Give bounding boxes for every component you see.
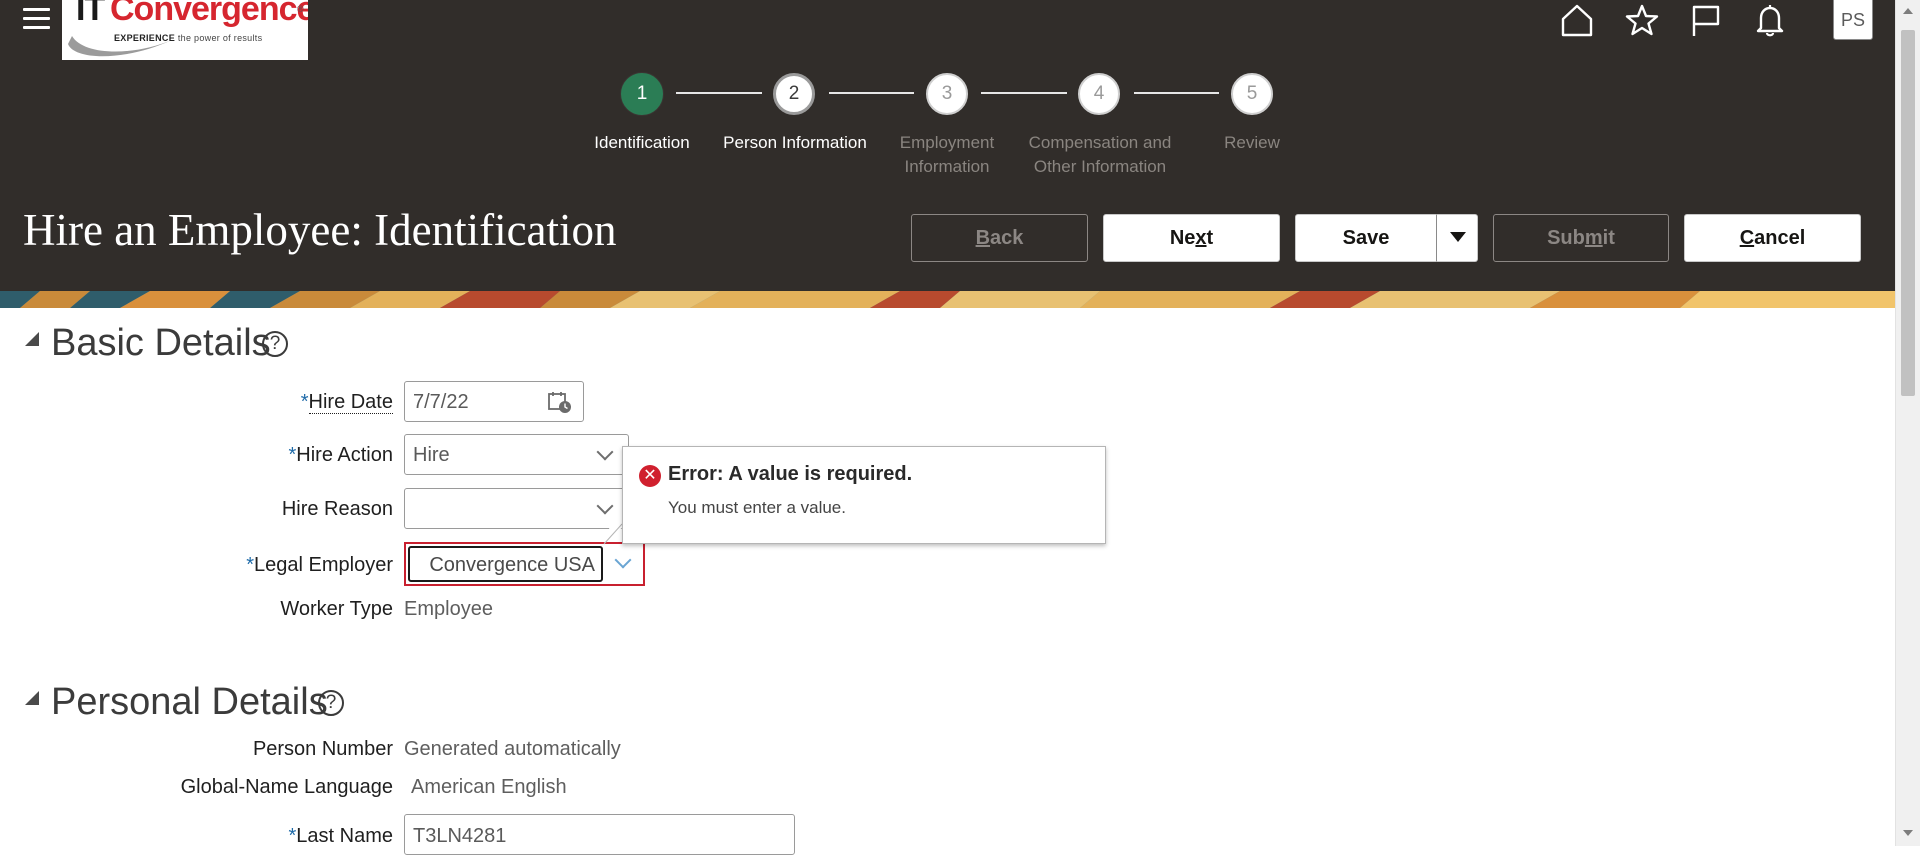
train-connector xyxy=(829,92,914,94)
train-connector xyxy=(676,92,762,94)
worker-type-value: Employee xyxy=(404,598,493,620)
dropdown-triangle-icon xyxy=(1450,232,1466,242)
legal-employer-label: *Legal Employer xyxy=(246,554,393,576)
logo-brand-name: Convergence xyxy=(110,0,308,28)
vertical-scrollbar[interactable] xyxy=(1895,0,1920,846)
basic-details-title: Basic Details xyxy=(51,322,271,364)
menu-icon[interactable] xyxy=(20,4,52,34)
home-icon[interactable] xyxy=(1559,2,1595,38)
train-label-review[interactable]: Review xyxy=(1172,131,1332,155)
hire-action-label: *Hire Action xyxy=(288,444,393,466)
global-name-language-label: Global-Name Language xyxy=(180,776,393,798)
back-button[interactable]: Back xyxy=(911,214,1088,262)
cancel-button[interactable]: Cancel xyxy=(1684,214,1861,262)
chevron-down-icon[interactable] xyxy=(596,443,614,461)
train-label-identification[interactable]: Identification xyxy=(562,131,722,155)
train-label-employment-information[interactable]: Employment Information xyxy=(867,131,1027,179)
hire-date-label: *Hire Date xyxy=(300,391,393,414)
error-icon: ✕ xyxy=(639,465,661,487)
train-connector xyxy=(981,92,1067,94)
error-popup: ✕ Error: A value is required. You must e… xyxy=(622,446,1106,544)
scroll-up-icon[interactable] xyxy=(1903,8,1913,14)
decorative-banner xyxy=(0,291,1895,308)
logo-brand-it: IT xyxy=(76,0,105,28)
global-name-language-value: American English xyxy=(411,776,567,798)
save-menu-button[interactable] xyxy=(1436,214,1478,262)
hire-reason-select[interactable] xyxy=(404,488,629,529)
train-stop-identification[interactable]: 1 xyxy=(621,73,663,115)
basic-details-help-icon[interactable]: ? xyxy=(262,331,288,357)
page-title: Hire an Employee: Identification xyxy=(23,205,617,255)
chevron-down-icon[interactable] xyxy=(596,497,614,515)
company-logo[interactable]: IT Convergence ® EXPERIENCE the power of… xyxy=(62,0,308,60)
user-avatar[interactable]: PS xyxy=(1833,0,1873,40)
chevron-down-icon[interactable] xyxy=(614,551,632,569)
train-stop-person-information[interactable]: 2 xyxy=(773,73,815,115)
save-button[interactable]: Save xyxy=(1295,214,1437,262)
train-stop-compensation[interactable]: 4 xyxy=(1078,73,1120,115)
page-header: IT Convergence ® EXPERIENCE the power of… xyxy=(0,0,1895,291)
personal-details-title: Personal Details xyxy=(51,681,328,723)
person-number-label: Person Number xyxy=(252,738,393,760)
personal-details-collapse-icon[interactable] xyxy=(25,691,39,705)
last-name-label: *Last Name xyxy=(288,825,393,847)
train-label-person-information[interactable]: Person Information xyxy=(715,131,875,155)
logo-trademark: ® xyxy=(297,4,304,14)
next-button[interactable]: Next xyxy=(1103,214,1280,262)
legal-employer-input[interactable]: Convergence USA xyxy=(408,546,603,582)
personal-details-help-icon[interactable]: ? xyxy=(318,690,344,716)
basic-details-collapse-icon[interactable] xyxy=(25,332,39,346)
train-stop-employment-information[interactable]: 3 xyxy=(926,73,968,115)
star-icon[interactable] xyxy=(1624,2,1660,38)
calendar-icon[interactable] xyxy=(547,390,573,414)
bell-icon[interactable] xyxy=(1752,2,1788,38)
scroll-thumb[interactable] xyxy=(1901,30,1915,396)
scroll-down-icon[interactable] xyxy=(1903,830,1913,836)
last-name-input[interactable]: T3LN4281 xyxy=(404,814,795,855)
worker-type-label: Worker Type xyxy=(280,598,393,620)
hire-action-select[interactable]: Hire xyxy=(404,434,629,475)
legal-employer-field[interactable]: Convergence USA xyxy=(404,542,645,586)
train-label-compensation[interactable]: Compensation and Other Information xyxy=(1020,131,1180,179)
hire-date-input[interactable]: 7/7/22 xyxy=(404,381,584,422)
train-connector xyxy=(1134,92,1219,94)
logo-tagline: EXPERIENCE the power of results xyxy=(114,33,263,43)
person-number-value: Generated automatically xyxy=(404,738,621,760)
hire-reason-label: Hire Reason xyxy=(281,498,393,520)
error-message: You must enter a value. xyxy=(668,498,846,517)
error-title: Error: A value is required. xyxy=(668,463,913,485)
submit-button[interactable]: Submit xyxy=(1493,214,1669,262)
train-stop-review[interactable]: 5 xyxy=(1231,73,1273,115)
flag-icon[interactable] xyxy=(1688,2,1724,38)
